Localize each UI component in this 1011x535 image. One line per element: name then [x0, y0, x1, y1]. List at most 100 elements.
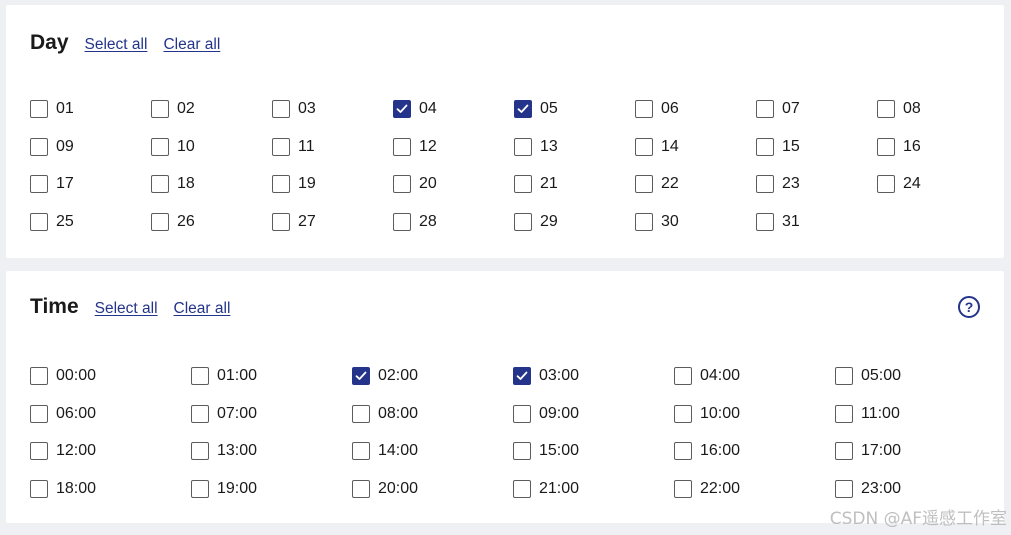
day-option[interactable]: 20: [393, 171, 514, 197]
checkbox-icon[interactable]: [272, 137, 290, 156]
day-option[interactable]: 05: [514, 96, 635, 122]
day-option[interactable]: 18: [151, 171, 272, 197]
day-option[interactable]: 26: [151, 209, 272, 235]
time-option[interactable]: 19:00: [191, 476, 352, 502]
time-option[interactable]: 01:00: [191, 363, 352, 389]
time-option[interactable]: 20:00: [352, 476, 513, 502]
day-option[interactable]: 04: [393, 96, 514, 122]
checkbox-icon[interactable]: [272, 100, 290, 118]
checkbox-icon[interactable]: [756, 100, 774, 118]
checkbox-icon[interactable]: [30, 367, 48, 385]
time-option[interactable]: 21:00: [513, 476, 674, 502]
checkbox-icon[interactable]: [756, 137, 774, 156]
day-option[interactable]: 27: [272, 209, 393, 235]
day-option[interactable]: 02: [151, 96, 272, 122]
time-clear-all-link[interactable]: Clear all: [174, 300, 231, 318]
time-option[interactable]: 05:00: [835, 363, 996, 389]
checkbox-icon[interactable]: [272, 213, 290, 232]
checkbox-icon[interactable]: [30, 137, 48, 156]
checkbox-icon[interactable]: [30, 404, 48, 423]
checkbox-icon[interactable]: [514, 137, 532, 156]
day-option[interactable]: 16: [877, 134, 998, 160]
checkbox-icon[interactable]: [352, 404, 370, 423]
time-option[interactable]: 03:00: [513, 363, 674, 389]
time-option[interactable]: 06:00: [30, 401, 191, 427]
checkbox-icon[interactable]: [877, 100, 895, 118]
day-option[interactable]: 01: [30, 96, 151, 122]
checkbox-icon[interactable]: [151, 100, 169, 118]
checkbox-icon[interactable]: [393, 137, 411, 156]
time-option[interactable]: 14:00: [352, 438, 513, 464]
checkbox-icon[interactable]: [513, 479, 531, 498]
checkbox-icon[interactable]: [513, 404, 531, 423]
day-option[interactable]: 13: [514, 134, 635, 160]
day-select-all-link[interactable]: Select all: [85, 36, 148, 54]
checkbox-icon[interactable]: [635, 213, 653, 232]
day-option[interactable]: 31: [756, 209, 877, 235]
time-option[interactable]: 10:00: [674, 401, 835, 427]
checkbox-icon[interactable]: [635, 137, 653, 156]
day-option[interactable]: 15: [756, 134, 877, 160]
day-option[interactable]: 10: [151, 134, 272, 160]
time-option[interactable]: 09:00: [513, 401, 674, 427]
checkbox-icon[interactable]: [30, 100, 48, 118]
time-option[interactable]: 22:00: [674, 476, 835, 502]
day-option[interactable]: 07: [756, 96, 877, 122]
checkbox-icon[interactable]: [191, 367, 209, 385]
checkbox-icon[interactable]: [352, 479, 370, 498]
checkbox-checked-icon[interactable]: [514, 100, 532, 118]
day-option[interactable]: 19: [272, 171, 393, 197]
checkbox-icon[interactable]: [674, 442, 692, 460]
day-option[interactable]: 22: [635, 171, 756, 197]
checkbox-icon[interactable]: [674, 367, 692, 385]
checkbox-icon[interactable]: [674, 404, 692, 423]
checkbox-icon[interactable]: [352, 442, 370, 460]
checkbox-icon[interactable]: [30, 479, 48, 498]
checkbox-icon[interactable]: [30, 213, 48, 232]
time-option[interactable]: 07:00: [191, 401, 352, 427]
day-option[interactable]: 21: [514, 171, 635, 197]
day-option[interactable]: 06: [635, 96, 756, 122]
checkbox-icon[interactable]: [674, 479, 692, 498]
time-option[interactable]: 23:00: [835, 476, 996, 502]
checkbox-icon[interactable]: [835, 442, 853, 460]
checkbox-icon[interactable]: [151, 137, 169, 156]
checkbox-icon[interactable]: [30, 442, 48, 460]
checkbox-icon[interactable]: [151, 175, 169, 194]
checkbox-icon[interactable]: [835, 479, 853, 498]
checkbox-icon[interactable]: [635, 175, 653, 194]
time-option[interactable]: 11:00: [835, 401, 996, 427]
day-option[interactable]: 09: [30, 134, 151, 160]
checkbox-icon[interactable]: [835, 367, 853, 385]
time-option[interactable]: 04:00: [674, 363, 835, 389]
checkbox-icon[interactable]: [877, 137, 895, 156]
time-select-all-link[interactable]: Select all: [95, 300, 158, 318]
time-option[interactable]: 15:00: [513, 438, 674, 464]
day-option[interactable]: 24: [877, 171, 998, 197]
day-option[interactable]: 23: [756, 171, 877, 197]
checkbox-icon[interactable]: [756, 213, 774, 232]
day-option[interactable]: 28: [393, 209, 514, 235]
checkbox-icon[interactable]: [30, 175, 48, 194]
question-circle-icon[interactable]: ?: [958, 296, 980, 318]
time-option[interactable]: 17:00: [835, 438, 996, 464]
checkbox-icon[interactable]: [877, 175, 895, 194]
time-option[interactable]: 08:00: [352, 401, 513, 427]
checkbox-icon[interactable]: [514, 175, 532, 194]
checkbox-icon[interactable]: [835, 404, 853, 423]
time-option[interactable]: 12:00: [30, 438, 191, 464]
time-option[interactable]: 13:00: [191, 438, 352, 464]
checkbox-icon[interactable]: [513, 442, 531, 460]
time-option[interactable]: 00:00: [30, 363, 191, 389]
time-option[interactable]: 18:00: [30, 476, 191, 502]
checkbox-checked-icon[interactable]: [393, 100, 411, 118]
day-option[interactable]: 14: [635, 134, 756, 160]
day-option[interactable]: 17: [30, 171, 151, 197]
day-option[interactable]: 12: [393, 134, 514, 160]
time-option[interactable]: 02:00: [352, 363, 513, 389]
checkbox-icon[interactable]: [635, 100, 653, 118]
checkbox-icon[interactable]: [756, 175, 774, 194]
day-option[interactable]: 11: [272, 134, 393, 160]
day-clear-all-link[interactable]: Clear all: [163, 36, 220, 54]
day-option[interactable]: 25: [30, 209, 151, 235]
